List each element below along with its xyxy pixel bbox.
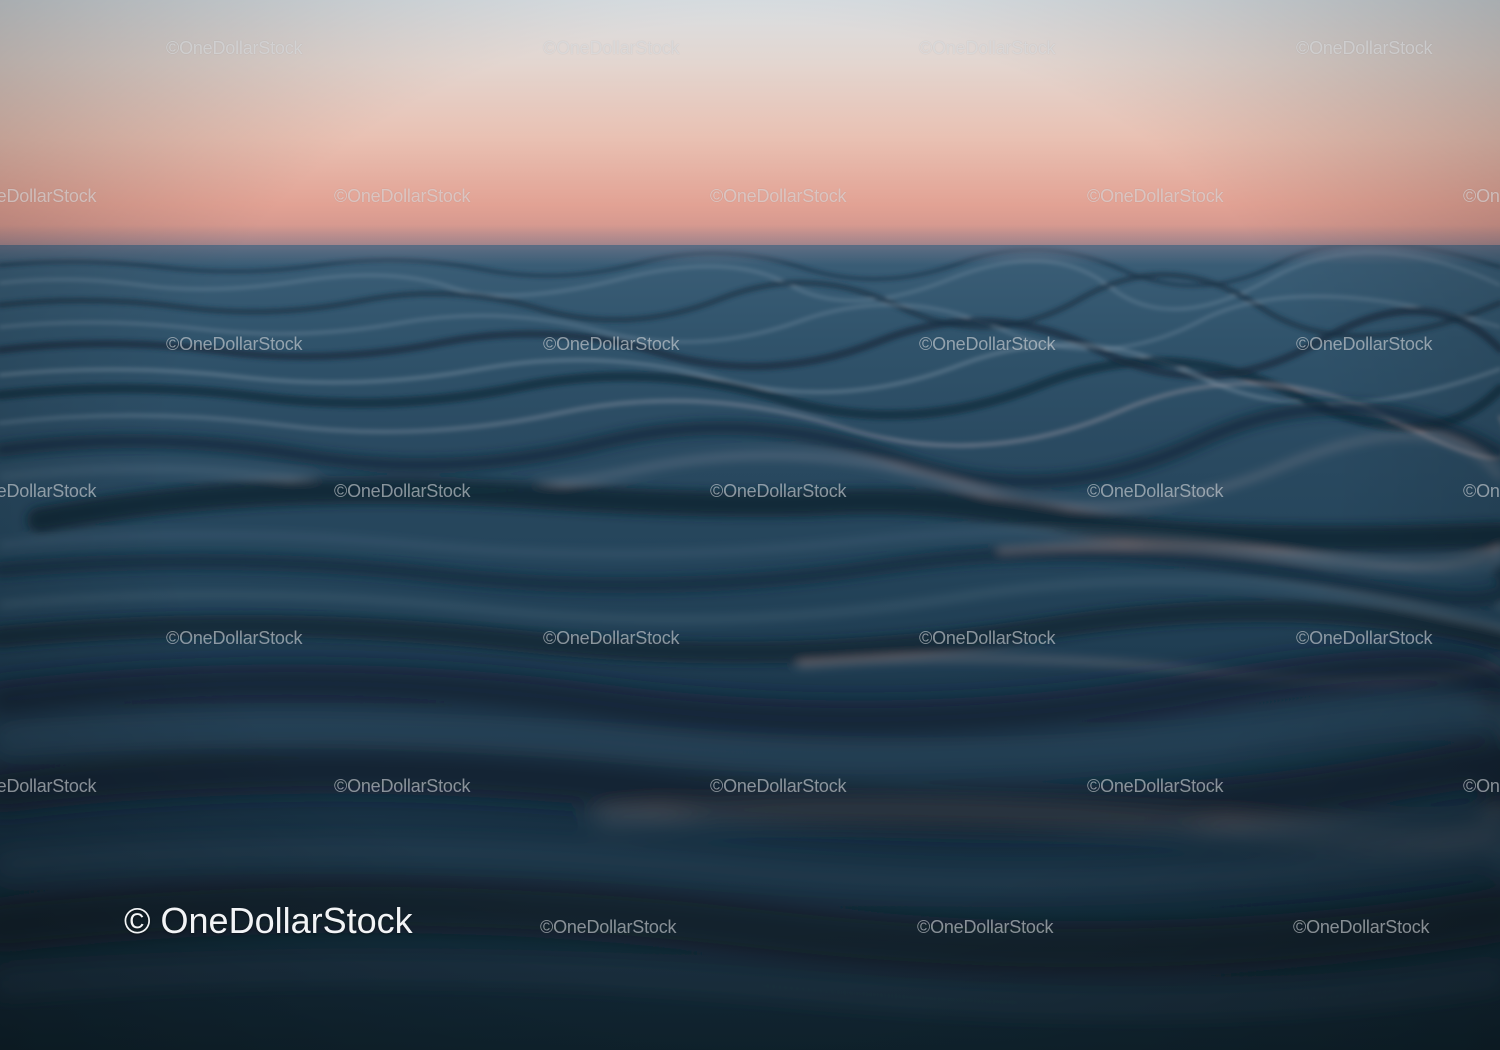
watermark: ©OneDollarStock: [166, 334, 303, 354]
watermark: ©OneDollarStock: [1463, 481, 1500, 501]
watermark: ©OneDollarStock: [166, 38, 303, 58]
watermark: ©OneDollarStock: [1463, 186, 1500, 206]
watermark: ©OneDollarStock: [0, 186, 97, 206]
watermark: ©OneDollarStock: [543, 628, 680, 648]
watermark: ©OneDollarStock: [540, 917, 677, 937]
horizon-haze: [0, 225, 1500, 265]
watermark: ©OneDollarStock: [0, 776, 97, 796]
watermark: ©OneDollarStock: [1087, 186, 1224, 206]
watermark: ©OneDollarStock: [919, 38, 1056, 58]
watermark: ©OneDollarStock: [710, 481, 847, 501]
watermark: ©OneDollarStock: [334, 186, 471, 206]
watermark: ©OneDollarStock: [710, 186, 847, 206]
watermark: ©OneDollarStock: [919, 628, 1056, 648]
watermark: ©OneDollarStock: [917, 917, 1054, 937]
ocean-sunset-photo: ©OneDollarStock ©OneDollarStock ©OneDoll…: [0, 0, 1500, 1050]
brand-watermark: © OneDollarStock: [124, 900, 413, 941]
watermark: ©OneDollarStock: [0, 481, 97, 501]
watermark: ©OneDollarStock: [1296, 334, 1433, 354]
watermark: ©OneDollarStock: [166, 628, 303, 648]
watermark: ©OneDollarStock: [1463, 776, 1500, 796]
watermark: ©OneDollarStock: [919, 334, 1056, 354]
watermark: ©OneDollarStock: [1296, 628, 1433, 648]
watermark: ©OneDollarStock: [543, 38, 680, 58]
watermark: ©OneDollarStock: [710, 776, 847, 796]
watermark: ©OneDollarStock: [1296, 38, 1433, 58]
watermark: ©OneDollarStock: [1293, 917, 1430, 937]
watermark: ©OneDollarStock: [543, 334, 680, 354]
watermark: ©OneDollarStock: [334, 481, 471, 501]
watermark: ©OneDollarStock: [334, 776, 471, 796]
watermark: ©OneDollarStock: [1087, 776, 1224, 796]
watermark: ©OneDollarStock: [1087, 481, 1224, 501]
